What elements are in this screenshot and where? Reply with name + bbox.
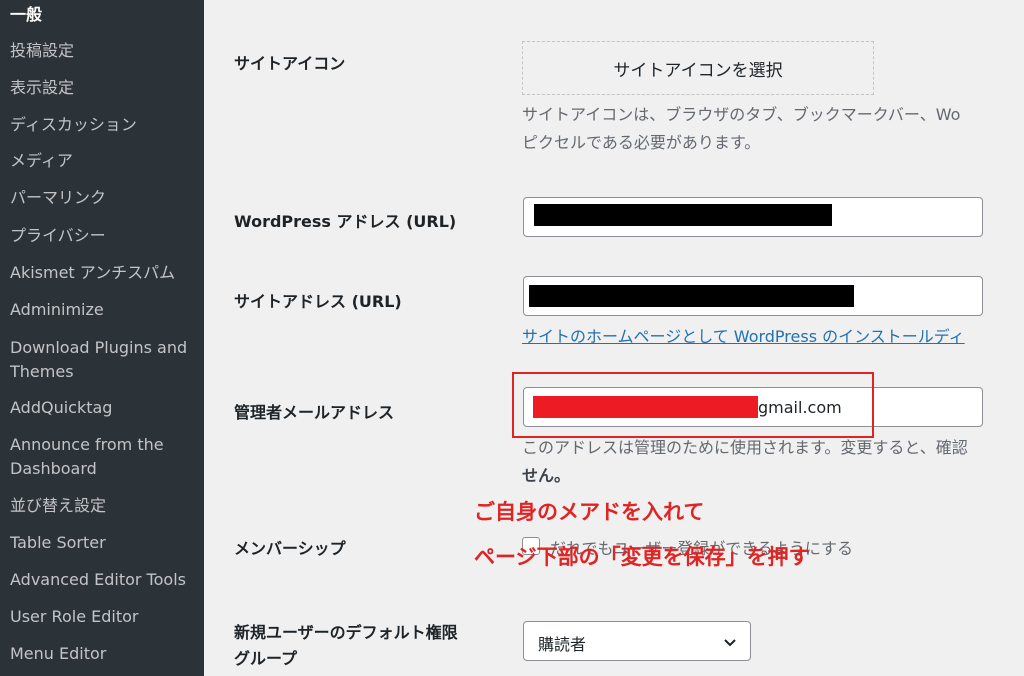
select-site-icon-button[interactable]: サイトアイコンを選択 (522, 41, 874, 95)
redacted-url-mark (534, 204, 832, 226)
site-icon-label: サイトアイコン (234, 54, 346, 73)
membership-label: メンバーシップ (234, 539, 346, 558)
admin-email-label: 管理者メールアドレス (234, 403, 395, 422)
admin-email-description-line: せん。 (522, 466, 571, 485)
sidebar-item-privacy[interactable]: プライバシー (10, 224, 196, 248)
admin-sidebar: 一般 投稿設定 表示設定 ディスカッション メディア パーマリンク プライバシー… (0, 0, 204, 676)
wordpress-address-label: WordPress アドレス (URL) (234, 212, 457, 231)
highlight-box (512, 372, 874, 438)
site-icon-description: サイトアイコンは、ブラウザのタブ、ブックマークバー、Wo ピクセルである必要があ… (522, 101, 960, 157)
site-icon-description-line: ピクセルである必要があります。 (522, 133, 761, 152)
sidebar-item-advanced-editor-tools[interactable]: Advanced Editor Tools (10, 568, 196, 592)
default-role-label-line: グループ (234, 649, 298, 668)
sidebar-item-reading[interactable]: 表示設定 (10, 76, 196, 100)
default-role-label-line: 新規ユーザーのデフォルト権限 (234, 623, 458, 642)
sidebar-item-akismet[interactable]: Akismet アンチスパム (10, 261, 196, 285)
site-address-label: サイトアドレス (URL) (234, 292, 402, 311)
wordpress-address-input[interactable] (523, 197, 983, 237)
sidebar-item-label: Dashboard (10, 459, 97, 478)
chevron-down-icon (724, 639, 736, 647)
site-address-input[interactable] (523, 276, 983, 316)
sidebar-item-media[interactable]: メディア (10, 149, 196, 173)
sidebar-item-table-sorter[interactable]: Table Sorter (10, 531, 196, 555)
sidebar-item-download-plugins[interactable]: Download Plugins and Themes (10, 336, 196, 384)
sidebar-item-permalinks[interactable]: パーマリンク (10, 186, 196, 210)
sidebar-item-discussion[interactable]: ディスカッション (10, 113, 196, 137)
sidebar-item-general[interactable]: 一般 (10, 3, 196, 27)
default-role-selected-value: 購読者 (538, 635, 587, 654)
settings-form: サイトアイコン サイトアイコンを選択 サイトアイコンは、ブラウザのタブ、ブックマ… (204, 0, 1024, 676)
default-role-select[interactable]: 購読者 (523, 621, 751, 661)
sidebar-item-menu-editor[interactable]: Menu Editor (10, 642, 196, 666)
sidebar-item-label: Announce from the (10, 435, 164, 454)
sidebar-item-label: Themes (10, 362, 74, 381)
sidebar-item-user-role-editor[interactable]: User Role Editor (10, 605, 196, 629)
sidebar-item-sort-settings[interactable]: 並び替え設定 (10, 494, 196, 518)
redacted-url-mark (529, 285, 854, 307)
admin-email-description: このアドレスは管理のために使用されます。変更すると、確認 せん。 (522, 434, 968, 490)
annotation-instruction-line1: ご自身のメアドを入れて (474, 500, 705, 524)
sidebar-item-announce[interactable]: Announce from the Dashboard (10, 433, 196, 481)
sidebar-item-label: Download Plugins and (10, 338, 188, 357)
admin-email-description-line: このアドレスは管理のために使用されます。変更すると、確認 (522, 438, 968, 457)
sidebar-item-writing[interactable]: 投稿設定 (10, 39, 196, 63)
annotation-instruction-line2: ページ下部の「変更を保存」を押す (474, 545, 810, 569)
sidebar-item-addquicktag[interactable]: AddQuicktag (10, 396, 196, 420)
site-address-help-link[interactable]: サイトのホームページとして WordPress のインストールディ (522, 323, 965, 347)
default-role-label: 新規ユーザーのデフォルト権限 グループ (234, 620, 458, 672)
site-icon-description-line: サイトアイコンは、ブラウザのタブ、ブックマークバー、Wo (522, 105, 961, 124)
sidebar-item-adminimize[interactable]: Adminimize (10, 298, 196, 322)
